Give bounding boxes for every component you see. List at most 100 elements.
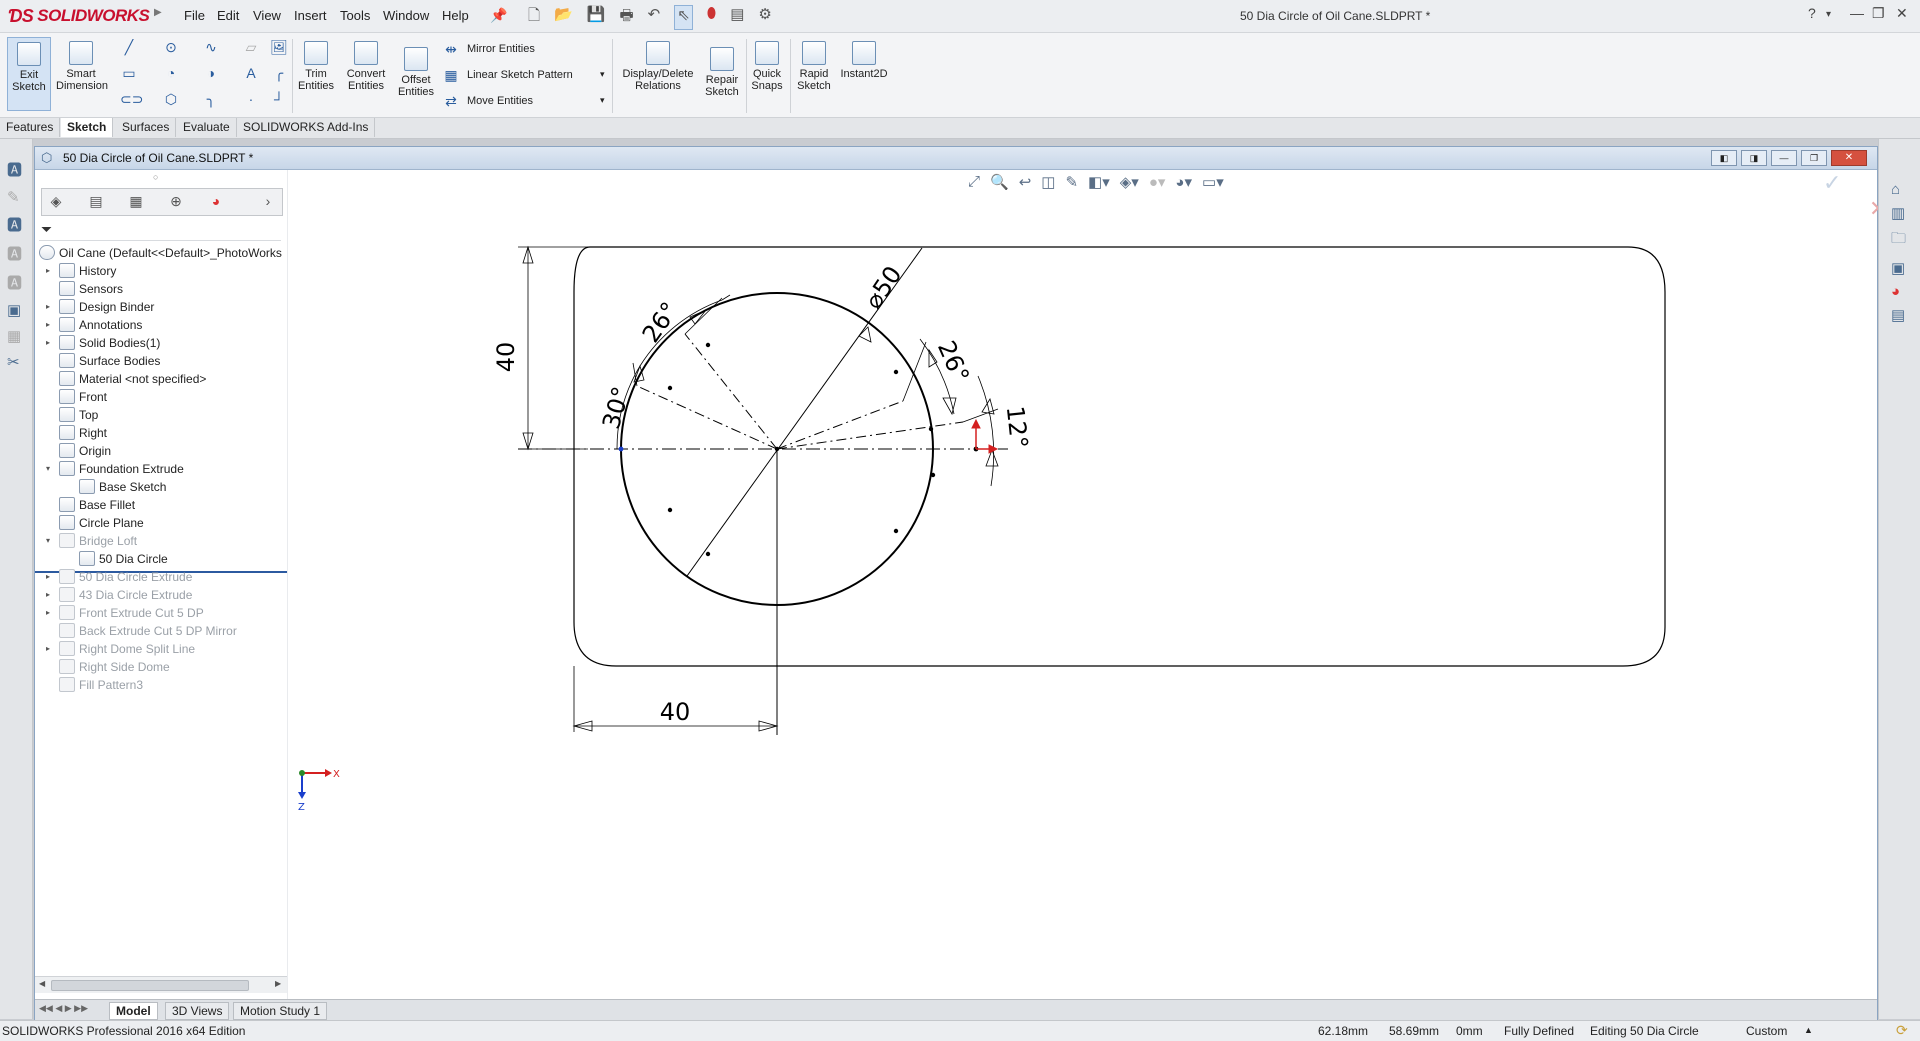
sketch-tool-icon[interactable]: 🅰 bbox=[7, 272, 22, 293]
chevron-right-icon[interactable]: › bbox=[258, 192, 278, 210]
smart-dimension-button[interactable]: Smart Dimension bbox=[56, 41, 108, 92]
menu-tools[interactable]: Tools bbox=[340, 8, 370, 23]
collapse-icon[interactable]: ▾ bbox=[43, 532, 53, 550]
minimize-button[interactable]: — bbox=[1850, 5, 1864, 21]
expand-icon[interactable]: ▸ bbox=[43, 604, 53, 622]
horizontal-scrollbar[interactable]: ◀ ▶ bbox=[35, 976, 287, 993]
feature-tree-tab-icon[interactable]: ◈ bbox=[46, 192, 66, 210]
dim-angle-30-text[interactable]: 30° bbox=[597, 383, 636, 432]
chevron-down-icon[interactable]: ▾ bbox=[600, 69, 605, 80]
dim-diameter-text[interactable]: ⌀50 bbox=[859, 261, 907, 314]
expand-icon[interactable]: ▸ bbox=[43, 262, 53, 280]
property-manager-tab-icon[interactable]: ▤ bbox=[86, 192, 106, 210]
menu-window[interactable]: Window bbox=[383, 8, 429, 23]
chevron-down-icon[interactable]: ▾ bbox=[600, 95, 605, 106]
rectangle-icon[interactable]: ▭ bbox=[120, 65, 138, 81]
view-palette-icon[interactable]: ▣ bbox=[1891, 259, 1906, 277]
exit-sketch-button[interactable]: Exit Sketch bbox=[7, 37, 51, 111]
rebuild-icon[interactable]: ⟳ bbox=[1896, 1022, 1908, 1039]
circle-center-point[interactable] bbox=[774, 446, 780, 452]
sketch-point[interactable] bbox=[705, 551, 711, 557]
sketch-point[interactable] bbox=[667, 507, 673, 513]
dimxpert-tab-icon[interactable]: ⊕ bbox=[166, 192, 186, 210]
tab-3d-views[interactable]: 3D Views bbox=[165, 1002, 230, 1020]
sketch-tool-icon[interactable]: 🅰 bbox=[7, 243, 22, 264]
sketch-tool-icon[interactable]: 🅰 bbox=[7, 159, 22, 180]
menu-file[interactable]: File bbox=[184, 8, 205, 23]
select-arrow-icon[interactable]: ⇖ bbox=[674, 5, 693, 30]
sketch-tool-icon[interactable]: ▦ bbox=[7, 327, 22, 345]
sketch-tool-icon[interactable]: ✂ bbox=[7, 353, 22, 371]
expand-icon[interactable]: ▸ bbox=[43, 568, 53, 586]
home-icon[interactable]: ⌂ bbox=[1891, 181, 1906, 198]
file-properties-icon[interactable]: ▤ bbox=[730, 5, 744, 30]
menu-edit[interactable]: Edit bbox=[217, 8, 239, 23]
print-icon[interactable]: 🖶 bbox=[619, 5, 633, 30]
trim-entities-button[interactable]: Trim Entities bbox=[296, 41, 336, 92]
tile-right-button[interactable]: ◨ bbox=[1741, 150, 1767, 166]
appearances-icon[interactable]: ◕ bbox=[1891, 283, 1906, 300]
tab-surfaces[interactable]: Surfaces bbox=[116, 118, 177, 137]
traffic-light-icon[interactable]: ⬮ bbox=[707, 5, 716, 30]
tab-features[interactable]: Features bbox=[0, 118, 61, 137]
file-explorer-icon[interactable]: 🗀 bbox=[1891, 228, 1906, 253]
filter-icon[interactable]: ⏷ bbox=[41, 221, 52, 238]
doc-minimize-button[interactable]: — bbox=[1771, 150, 1797, 166]
options-gear-icon[interactable]: ⚙ bbox=[758, 5, 771, 30]
design-library-icon[interactable]: ▥ bbox=[1891, 204, 1906, 222]
new-document-icon[interactable]: 🗋 bbox=[528, 5, 540, 30]
arc-icon[interactable]: ◔ bbox=[162, 65, 180, 81]
help-dropdown-icon[interactable]: ▾ bbox=[1826, 9, 1831, 20]
menu-view[interactable]: View bbox=[253, 8, 281, 23]
tab-model[interactable]: Model bbox=[109, 1002, 158, 1020]
open-folder-icon[interactable]: 📂 bbox=[554, 5, 573, 30]
chamfer-icon[interactable]: ╮ bbox=[202, 91, 220, 107]
tile-left-button[interactable]: ◧ bbox=[1711, 150, 1737, 166]
dim-height-text[interactable]: 40 bbox=[492, 342, 520, 373]
polygon-icon[interactable]: ⬡ bbox=[162, 91, 180, 107]
expand-icon[interactable]: ▸ bbox=[43, 586, 53, 604]
panel-grip-icon[interactable]: ○ bbox=[153, 172, 158, 182]
sketch-point[interactable] bbox=[928, 426, 934, 432]
sketch-tool-icon[interactable]: ▣ bbox=[7, 301, 22, 319]
unit-system[interactable]: Custom bbox=[1746, 1024, 1787, 1038]
graphics-area[interactable]: ⤢ 🔍 ↩ ◫ ✎ ◧▾ ◈▾ ●▾ ◕▾ ▭▾ ✓ ✕ bbox=[288, 170, 1887, 999]
sketch-tool-icon[interactable]: ✎ bbox=[7, 188, 22, 206]
line-icon[interactable]: ╱ bbox=[120, 39, 138, 55]
expand-icon[interactable]: ▸ bbox=[43, 334, 53, 352]
move-entities-button[interactable]: Move Entities bbox=[467, 95, 533, 107]
pin-icon[interactable]: 📌 bbox=[490, 7, 507, 24]
offset-entities-button[interactable]: Offset Entities bbox=[396, 47, 436, 98]
selected-point[interactable] bbox=[618, 446, 624, 452]
tab-addins[interactable]: SOLIDWORKS Add-Ins bbox=[237, 118, 376, 137]
plane-icon[interactable]: ▱ bbox=[242, 39, 260, 55]
scroll-left-icon[interactable]: ◀ bbox=[39, 979, 45, 988]
spline-icon[interactable]: ∿ bbox=[202, 39, 220, 55]
repair-sketch-button[interactable]: Repair Sketch bbox=[702, 47, 742, 98]
help-icon[interactable]: ? bbox=[1808, 5, 1816, 21]
expand-icon[interactable]: ▸ bbox=[43, 316, 53, 334]
close-button[interactable]: ✕ bbox=[1896, 5, 1908, 22]
collapse-icon[interactable]: ▾ bbox=[43, 460, 53, 478]
sketch-point[interactable] bbox=[667, 385, 673, 391]
centerline-icon[interactable]: ┘ bbox=[270, 91, 288, 107]
fillet-icon[interactable]: ╭ bbox=[270, 65, 288, 81]
text-icon[interactable]: A bbox=[242, 65, 260, 81]
configuration-tab-icon[interactable]: ▦ bbox=[126, 192, 146, 210]
instant2d-button[interactable]: Instant2D bbox=[838, 41, 890, 80]
dim-angle-12-text[interactable]: 12° bbox=[1001, 405, 1033, 450]
scroll-right-icon[interactable]: ▶ bbox=[275, 979, 281, 988]
solidworks-logo[interactable]: ƊS SOLIDWORKS bbox=[8, 4, 150, 28]
tab-sketch[interactable]: Sketch bbox=[61, 118, 114, 137]
point-icon[interactable]: · bbox=[242, 91, 260, 107]
chevron-up-icon[interactable]: ▲ bbox=[1804, 1025, 1813, 1035]
menu-insert[interactable]: Insert bbox=[294, 8, 327, 23]
sketch-point[interactable] bbox=[705, 342, 711, 348]
tab-motion-study[interactable]: Motion Study 1 bbox=[233, 1002, 328, 1020]
image-icon[interactable]: 🖼 bbox=[270, 39, 288, 55]
slot-icon[interactable]: ⊂⊃ bbox=[120, 91, 143, 107]
undo-icon[interactable]: ↶ bbox=[648, 5, 661, 30]
mirror-entities-button[interactable]: Mirror Entities bbox=[467, 43, 535, 55]
tab-evaluate[interactable]: Evaluate bbox=[177, 118, 237, 137]
dim-angle-26-right-text[interactable]: 26° bbox=[932, 337, 975, 387]
